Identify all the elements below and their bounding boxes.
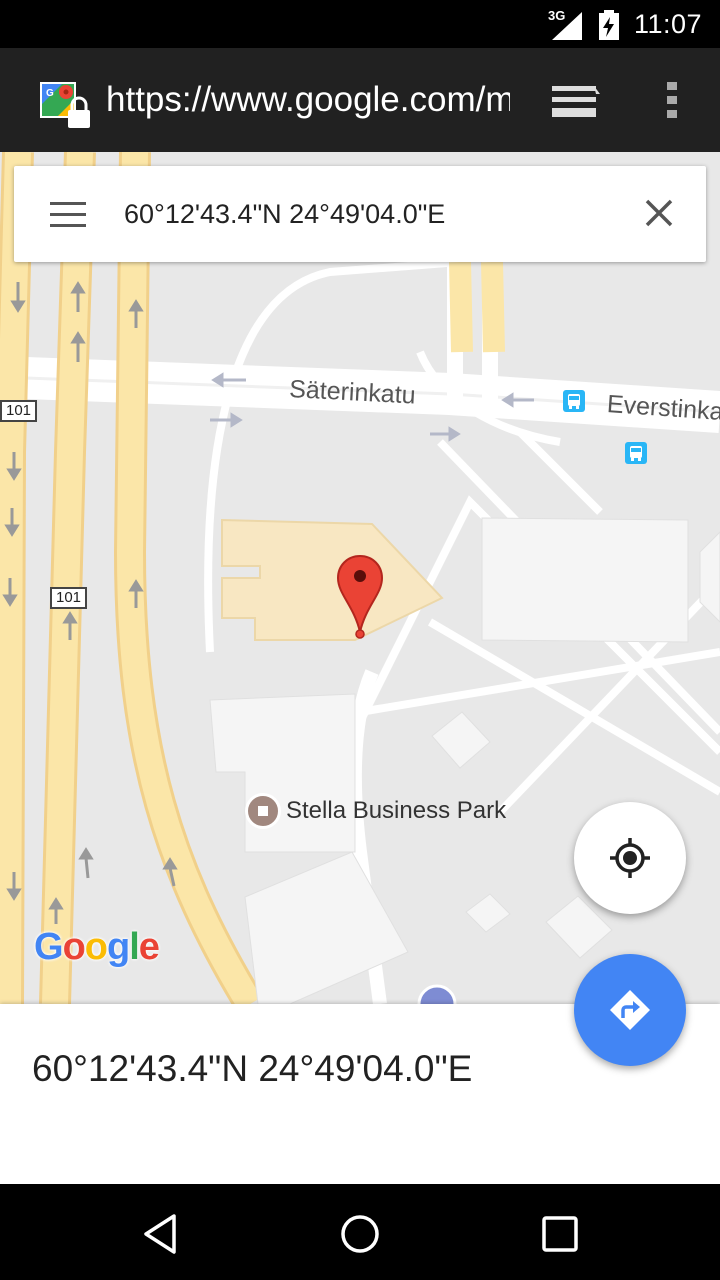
- search-input[interactable]: [124, 192, 624, 236]
- google-logo: Google: [34, 926, 160, 968]
- directions-icon: [610, 990, 650, 1030]
- tab-switcher-icon[interactable]: [550, 82, 602, 120]
- my-location-button[interactable]: [574, 802, 686, 914]
- my-location-icon: [610, 838, 650, 878]
- hamburger-menu-icon[interactable]: [50, 202, 86, 228]
- directions-button[interactable]: [574, 954, 686, 1066]
- home-icon[interactable]: [338, 1212, 382, 1256]
- recents-icon[interactable]: [538, 1212, 582, 1256]
- overflow-menu-icon[interactable]: [662, 78, 682, 122]
- back-icon[interactable]: [138, 1212, 182, 1256]
- place-title: 60°12'43.4"N 24°49'04.0"E: [32, 1048, 473, 1089]
- url-bar[interactable]: https://www.google.com/maps: [106, 78, 510, 122]
- bus-stop-icon[interactable]: [625, 442, 647, 464]
- status-bar: 3G 11:07: [0, 0, 720, 48]
- svg-text:G: G: [46, 88, 54, 99]
- business-poi-icon[interactable]: [245, 793, 281, 829]
- poi-label[interactable]: Stella Business Park: [286, 797, 506, 825]
- signal-icon: [552, 12, 582, 40]
- search-box: [14, 166, 706, 262]
- highway-shield: 101: [0, 400, 38, 422]
- close-icon[interactable]: [644, 198, 674, 228]
- clock: 11:07: [634, 9, 703, 39]
- highway-shield: 101: [50, 587, 88, 609]
- location-pin-icon[interactable]: [336, 554, 384, 644]
- browser-toolbar: G https://www.google.com/maps: [0, 48, 720, 152]
- bus-stop-icon[interactable]: [563, 390, 585, 412]
- google-maps-lock-icon: G: [40, 82, 90, 128]
- battery-charging-icon: [599, 10, 619, 40]
- navigation-bar: [0, 1184, 720, 1280]
